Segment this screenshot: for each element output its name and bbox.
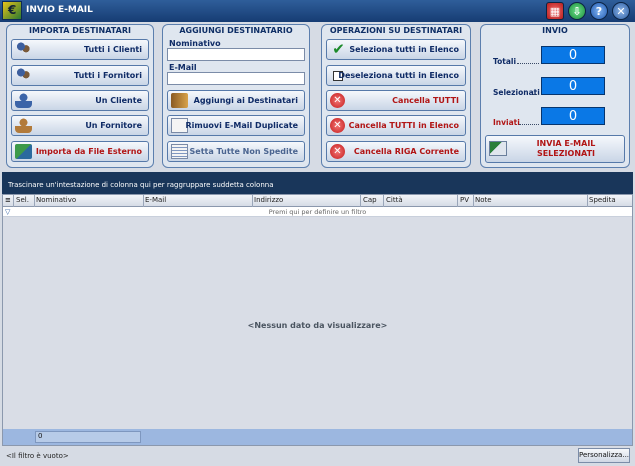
inviati-counter: 0 xyxy=(541,107,605,125)
invio-group: INVIO Totali 0 Selezionati 0 Inviati 0 I… xyxy=(480,24,630,168)
un-fornitore-button[interactable]: Un Fornitore xyxy=(11,115,149,136)
nominativo-label: Nominativo xyxy=(169,39,221,48)
import-file-icon xyxy=(15,144,32,159)
column-header-citta[interactable]: Città xyxy=(386,196,403,204)
deseleziona-tutti-button[interactable]: Deseleziona tutti in Elenco xyxy=(326,65,466,86)
column-menu-icon[interactable]: ≡ xyxy=(5,196,11,204)
inviati-label: Inviati xyxy=(493,118,520,127)
group-title: INVIO xyxy=(542,26,568,35)
tutti-clienti-button[interactable]: Tutti i Clienti xyxy=(11,39,149,60)
user-icon xyxy=(15,118,32,133)
delete-icon: ✕ xyxy=(330,93,345,108)
calculator-icon[interactable]: ▦ xyxy=(546,2,564,20)
close-icon[interactable]: ✕ xyxy=(612,2,630,20)
cancella-tutti-elenco-button[interactable]: ✕ Cancella TUTTI in Elenco xyxy=(326,115,466,136)
grid-header: ≡ Sel. Nominativo E-Mail Indirizzo Cap C… xyxy=(3,195,632,207)
dotted-leader xyxy=(533,94,539,95)
download-icon[interactable]: ⇩ xyxy=(568,2,586,20)
column-header-note[interactable]: Note xyxy=(475,196,492,204)
importa-destinatari-group: IMPORTA DESTINATARI Tutti i Clienti Tutt… xyxy=(6,24,154,168)
help-icon[interactable]: ? xyxy=(590,2,608,20)
totali-counter: 0 xyxy=(541,46,605,64)
invia-email-button[interactable]: INVIA E-MAIL SELEZIONATI xyxy=(485,135,625,163)
tutti-fornitori-button[interactable]: Tutti i Fornitori xyxy=(11,65,149,86)
column-header-cap[interactable]: Cap xyxy=(363,196,377,204)
address-book-icon xyxy=(171,93,188,108)
column-header-indirizzo[interactable]: Indirizzo xyxy=(254,196,283,204)
column-header-spedita[interactable]: Spedita xyxy=(589,196,616,204)
column-header-email[interactable]: E-Mail xyxy=(145,196,166,204)
aggiungi-destinatari-button[interactable]: Aggiungi ai Destinatari xyxy=(167,90,305,111)
list-document-icon xyxy=(171,144,188,159)
record-count: 0 xyxy=(35,431,141,443)
group-title: IMPORTA DESTINATARI xyxy=(29,26,131,35)
users-icon xyxy=(15,68,32,83)
dotted-leader xyxy=(517,63,539,64)
nominativo-input[interactable] xyxy=(167,48,305,61)
un-cliente-button[interactable]: Un Cliente xyxy=(11,90,149,111)
aggiungi-destinatario-group: AGGIUNGI DESTINATARIO Nominativo E-Mail … xyxy=(162,24,310,168)
window-title: INVIO E-MAIL xyxy=(26,5,93,15)
filter-hint: Premi qui per definire un filtro xyxy=(268,208,367,216)
app-logo-icon: € xyxy=(2,1,22,20)
selezionati-counter: 0 xyxy=(541,77,605,95)
status-bar: <Il filtro è vuoto> Personalizza... xyxy=(0,447,635,466)
personalizza-button[interactable]: Personalizza... xyxy=(578,448,630,463)
group-title: AGGIUNGI DESTINATARIO xyxy=(179,26,293,35)
title-bar: € INVIO E-MAIL ▦ ⇩ ? ✕ xyxy=(0,0,635,22)
operazioni-destinatari-group: OPERAZIONI SU DESTINATARI ✔ Seleziona tu… xyxy=(321,24,471,168)
send-mail-icon xyxy=(489,141,507,156)
group-by-hint: Trascinare un'intestazione di colonna qu… xyxy=(8,181,274,189)
grid-footer: 0 xyxy=(3,429,632,445)
filter-row[interactable]: ▽ Premi qui per definire un filtro xyxy=(3,207,632,217)
email-label: E-Mail xyxy=(169,63,197,72)
seleziona-tutti-button[interactable]: ✔ Seleziona tutti in Elenco xyxy=(326,39,466,60)
column-header-sel[interactable]: Sel. xyxy=(16,196,29,204)
cancella-riga-button[interactable]: ✕ Cancella RIGA Corrente xyxy=(326,141,466,162)
filter-status: <Il filtro è vuoto> xyxy=(6,452,69,460)
rimuovi-duplicate-button[interactable]: Rimuovi E-Mail Duplicate xyxy=(167,115,305,136)
group-by-panel[interactable]: Trascinare un'intestazione di colonna qu… xyxy=(2,172,633,194)
checkmark-icon: ✔ xyxy=(332,40,345,58)
totali-label: Totali xyxy=(493,57,517,66)
empty-grid-message: <Nessun dato da visualizzare> xyxy=(247,321,388,330)
setta-non-spedite-button[interactable]: Setta Tutte Non Spedite xyxy=(167,141,305,162)
users-icon xyxy=(15,42,32,57)
dotted-leader xyxy=(519,124,539,125)
delete-icon: ✕ xyxy=(330,118,345,133)
column-header-nominativo[interactable]: Nominativo xyxy=(36,196,76,204)
user-icon xyxy=(15,93,32,108)
recipients-grid[interactable]: ≡ Sel. Nominativo E-Mail Indirizzo Cap C… xyxy=(2,194,633,446)
selezionati-label: Selezionati xyxy=(493,88,540,97)
cancella-tutti-button[interactable]: ✕ Cancella TUTTI xyxy=(326,90,466,111)
email-input[interactable] xyxy=(167,72,305,85)
importa-file-esterno-button[interactable]: Importa da File Esterno xyxy=(11,141,149,162)
group-title: OPERAZIONI SU DESTINATARI xyxy=(329,26,463,35)
delete-icon: ✕ xyxy=(330,144,345,159)
column-header-pv[interactable]: PV xyxy=(460,196,469,204)
